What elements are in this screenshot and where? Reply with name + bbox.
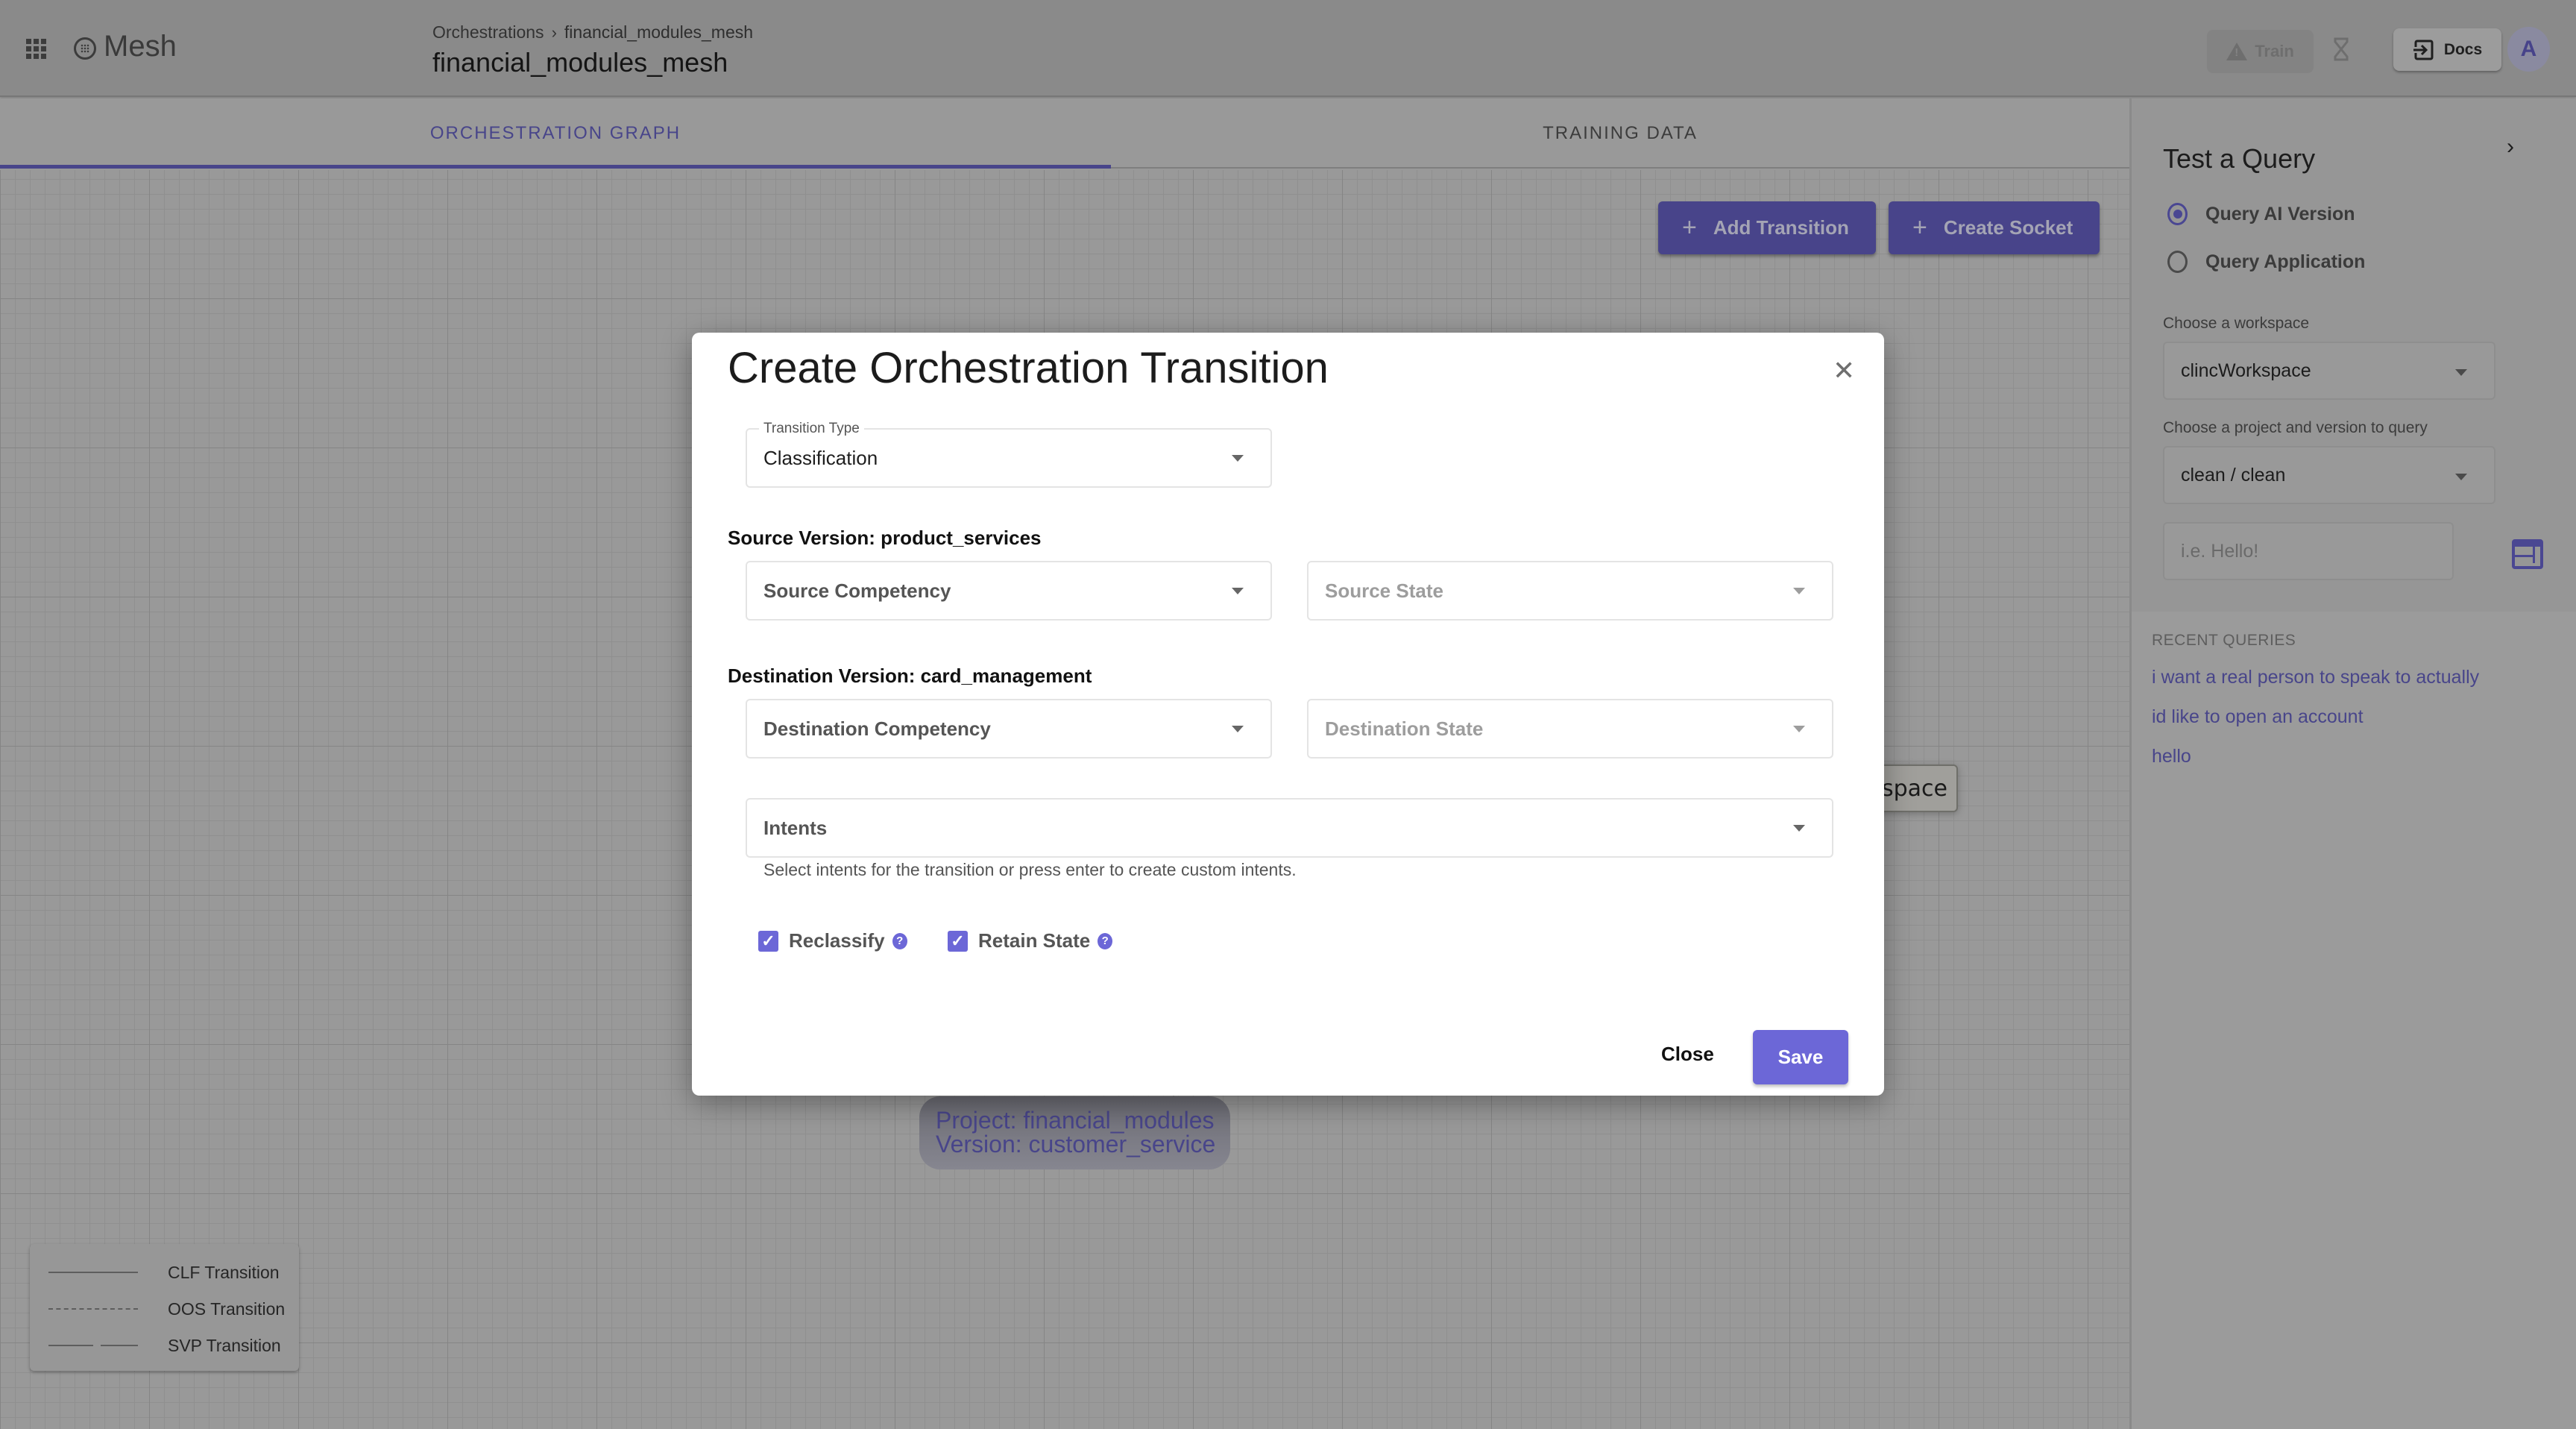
train-label: Train (2255, 42, 2294, 60)
workspace-label: Choose a workspace (2163, 315, 2310, 332)
hourglass-icon (2334, 37, 2349, 61)
tab-bar: ORCHESTRATION GRAPH TRAINING DATA (0, 98, 2129, 169)
query-input[interactable]: i.e. Hello! (2163, 522, 2454, 580)
caret-down-icon (1232, 455, 1244, 462)
project-version-select[interactable]: clean / clean (2163, 446, 2495, 504)
app-name: Mesh (104, 30, 177, 63)
docs-button[interactable]: Docs (2393, 28, 2501, 71)
retain-state-label: Retain State (978, 929, 1091, 952)
login-icon (2412, 40, 2434, 60)
project-version-label: Choose a project and version to query (2163, 419, 2428, 436)
train-button[interactable]: Train (2207, 30, 2314, 73)
source-version-label: Source Version: product_services (728, 527, 1042, 549)
solid-line-swatch (48, 1272, 138, 1273)
mesh-logo-icon (74, 37, 96, 60)
radio-query-ai-version[interactable]: Query AI Version (2167, 203, 2355, 225)
transition-type-select[interactable]: Transition Type Classification (746, 421, 1272, 488)
tab-orchestration-graph[interactable]: ORCHESTRATION GRAPH (0, 98, 1111, 169)
radio-unselected-icon[interactable] (2167, 251, 2188, 273)
help-icon[interactable]: ? (892, 932, 907, 949)
project-version-node[interactable]: Project: financial_modules Version: cust… (919, 1096, 1230, 1169)
caret-down-icon (2455, 369, 2467, 376)
caret-down-icon (1232, 588, 1244, 594)
retain-state-checkbox[interactable]: ✓ (948, 930, 968, 952)
app-header: Mesh Orchestrations › financial_modules_… (0, 0, 2576, 97)
reclassify-checkbox[interactable]: ✓ (758, 930, 778, 952)
close-icon[interactable]: ✕ (1833, 355, 1855, 386)
reclassify-option: ✓ Reclassify ? (758, 929, 907, 952)
add-transition-button[interactable]: + Add Transition (1658, 201, 1876, 254)
add-transition-label: Add Transition (1713, 216, 1849, 239)
create-socket-button[interactable]: + Create Socket (1889, 201, 2100, 254)
query-settings-section: Test a Query › Query AI Version Query Ap… (2132, 98, 2576, 612)
tab-training-data[interactable]: TRAINING DATA (1111, 98, 2129, 169)
plus-icon: + (1912, 213, 1927, 242)
chevron-right-icon: › (551, 22, 557, 42)
radio-query-application[interactable]: Query Application (2167, 251, 2365, 273)
node-project-line: Project: financial_modules (936, 1107, 1215, 1134)
radio-selected-icon[interactable] (2167, 203, 2188, 225)
user-avatar[interactable]: A (2507, 27, 2550, 72)
recent-query-item[interactable]: hello (2152, 746, 2191, 767)
reclassify-label: Reclassify (789, 929, 885, 952)
legend-item-svp: SVP Transition (48, 1334, 281, 1357)
source-state-select[interactable]: Source State (1307, 561, 1833, 621)
destination-version-label: Destination Version: card_management (728, 665, 1092, 687)
create-transition-dialog: Create Orchestration Transition ✕ Transi… (692, 333, 1884, 1096)
retain-state-option: ✓ Retain State ? (948, 929, 1113, 952)
close-button[interactable]: Close (1661, 1043, 1714, 1066)
destination-state-select[interactable]: Destination State (1307, 699, 1833, 759)
page-title: financial_modules_mesh (432, 47, 728, 78)
dashed-line-swatch (48, 1308, 138, 1310)
breadcrumb: Orchestrations › financial_modules_mesh (432, 22, 753, 43)
caret-down-icon (1232, 726, 1244, 732)
apps-grid-icon[interactable] (26, 39, 46, 59)
help-icon[interactable]: ? (1098, 932, 1113, 949)
layout-panel-icon[interactable] (2512, 539, 2543, 569)
source-competency-select[interactable]: Source Competency (746, 561, 1272, 621)
docs-label: Docs (2443, 40, 2483, 58)
node-version-line: Version: customer_service (936, 1131, 1216, 1158)
long-dash-line-swatch (48, 1345, 138, 1346)
breadcrumb-current: financial_modules_mesh (564, 22, 754, 42)
plus-icon: + (1682, 213, 1697, 242)
caret-down-icon (2455, 474, 2467, 480)
save-button[interactable]: Save (1753, 1030, 1848, 1084)
panel-title: Test a Query (2163, 143, 2316, 174)
legend-item-oos: OOS Transition (48, 1298, 285, 1320)
destination-competency-select[interactable]: Destination Competency (746, 699, 1272, 759)
create-socket-label: Create Socket (1943, 216, 2073, 239)
recent-queries-title: RECENT QUERIES (2152, 632, 2296, 649)
workspace-select[interactable]: clincWorkspace (2163, 342, 2495, 400)
chevron-right-icon[interactable]: › (2507, 134, 2514, 160)
warning-icon (2226, 43, 2248, 60)
dialog-title: Create Orchestration Transition (728, 344, 1329, 392)
legend-item-clf: CLF Transition (48, 1261, 280, 1284)
intents-select[interactable]: Intents (746, 798, 1833, 858)
recent-query-item[interactable]: i want a real person to speak to actuall… (2152, 667, 2479, 688)
breadcrumb-orchestrations[interactable]: Orchestrations (432, 22, 544, 43)
caret-down-icon (1793, 588, 1805, 594)
intents-helper-text: Select intents for the transition or pre… (763, 860, 1297, 879)
transition-type-label: Transition Type (759, 421, 864, 437)
test-query-panel: Test a Query › Query AI Version Query Ap… (2129, 98, 2576, 1429)
active-tab-indicator (0, 165, 1111, 169)
recent-query-item[interactable]: id like to open an account (2152, 706, 2364, 728)
caret-down-icon (1793, 726, 1805, 732)
caret-down-icon (1793, 825, 1805, 832)
transition-legend: CLF Transition OOS Transition SVP Transi… (30, 1244, 299, 1371)
